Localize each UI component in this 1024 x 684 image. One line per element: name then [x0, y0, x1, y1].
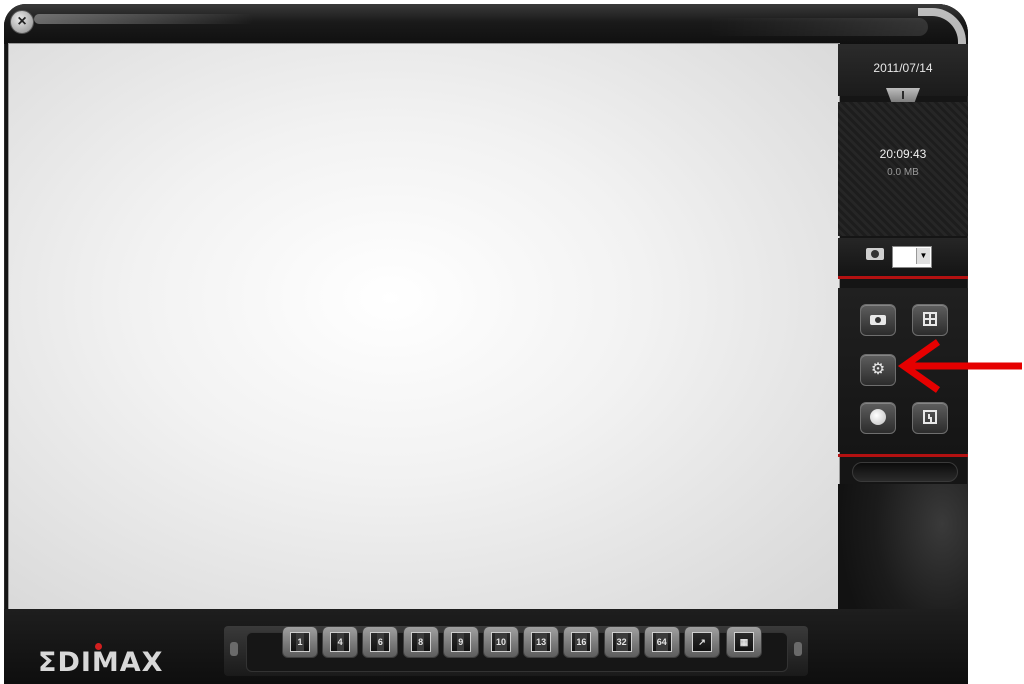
split-32-button[interactable]: 32	[603, 626, 640, 658]
split-6-icon: 6	[370, 632, 391, 652]
chevron-down-icon[interactable]: ▼	[916, 248, 930, 264]
tray-handle-left	[230, 642, 238, 656]
camera-icon	[866, 248, 884, 260]
split-4-button[interactable]: 4	[322, 626, 359, 658]
split-label: 1	[296, 633, 304, 651]
split-label: 16	[575, 633, 588, 651]
split-9-icon: 9	[450, 632, 471, 652]
split-13-icon: 13	[531, 632, 552, 652]
close-icon[interactable]: ×	[10, 10, 34, 34]
recording-info: 20:09:43 0.0 MB	[838, 102, 968, 236]
status-pill	[852, 462, 958, 482]
record-icon	[870, 409, 886, 425]
split-8-button[interactable]: 8	[402, 626, 439, 658]
annotation-arrow	[897, 339, 1022, 393]
split-label: 4	[336, 633, 344, 651]
split-64-button[interactable]: 64	[643, 626, 680, 658]
logo-dot	[95, 643, 102, 650]
storage-size: 0.0 MB	[887, 167, 919, 178]
split-label: 6	[376, 633, 384, 651]
clock-icon	[923, 410, 937, 424]
edimax-logo: ΣDIMAX	[38, 647, 164, 678]
split-10-button[interactable]: 10	[483, 626, 519, 658]
split-64-icon: 64	[651, 632, 672, 652]
time-display: 20:09:43	[879, 147, 927, 161]
split-9-button[interactable]: 9	[442, 626, 479, 658]
split-13-button[interactable]: 13	[523, 626, 560, 658]
snapshot-button[interactable]	[860, 304, 896, 336]
split-8-icon: 8	[410, 632, 431, 652]
split-1-button[interactable]: 1	[282, 626, 318, 658]
split-label: 13	[535, 633, 548, 651]
title-bar: ×	[4, 4, 968, 56]
camera-select[interactable]: ▼	[892, 246, 932, 268]
divider	[838, 276, 968, 279]
fullscreen-icon: ↗	[692, 632, 712, 652]
split-label: 64	[655, 633, 668, 651]
title-bar-highlight	[34, 14, 254, 24]
title-bar-highlight-right	[708, 18, 928, 36]
layout-button[interactable]	[912, 304, 948, 336]
split-16-icon: 16	[571, 632, 592, 652]
split-label: 32	[615, 633, 628, 651]
split-1-icon: 1	[290, 632, 310, 652]
settings-button[interactable]: ⚙	[860, 354, 896, 386]
video-viewport[interactable]	[8, 43, 840, 610]
gear-icon: ⚙	[870, 361, 886, 378]
split-label: 8	[417, 633, 425, 651]
split-10-icon: 10	[491, 632, 511, 652]
schedule-button[interactable]	[912, 402, 948, 434]
grid-icon	[923, 312, 937, 326]
tray-handle-right	[794, 642, 802, 656]
custom-layout-button[interactable]: ▦	[726, 626, 762, 658]
split-label: 9	[457, 633, 465, 651]
fullscreen-button[interactable]: ↗	[684, 626, 720, 658]
divider	[838, 454, 968, 457]
nvr-app-window: × 2011/07/14 20:09:43 0.0 MB ▼ ⚙ ΣDIMAX …	[4, 4, 968, 684]
split-4-icon: 4	[330, 632, 351, 652]
record-button[interactable]	[860, 402, 896, 434]
custom-layout-icon: ▦	[734, 632, 754, 652]
split-6-button[interactable]: 6	[362, 626, 399, 658]
split-label: 10	[494, 633, 507, 651]
split-16-button[interactable]: 16	[563, 626, 600, 658]
bottom-toolbar: ΣDIMAX 1 4 6 8 9 10 13 16 32 64 ↗ ▦	[4, 609, 968, 684]
split-32-icon: 32	[611, 632, 632, 652]
camera-selector-row: ▼	[838, 238, 968, 276]
